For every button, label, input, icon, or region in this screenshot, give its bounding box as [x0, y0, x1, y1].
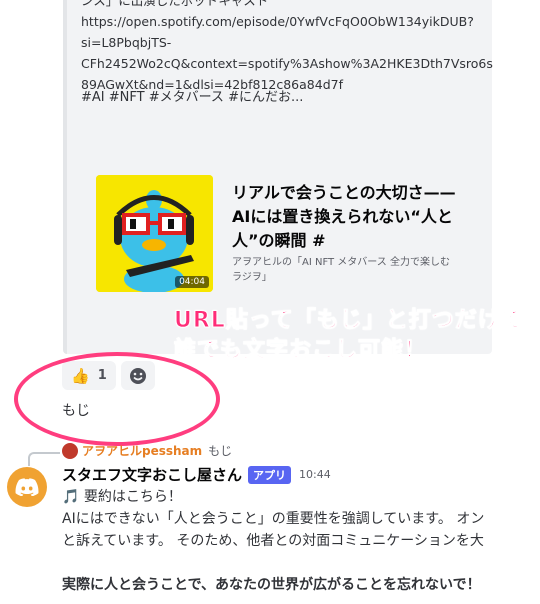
annotation-line-1: URL貼って「もじ」と打つだけで	[174, 308, 524, 334]
reply-author[interactable]: アヲアヒルpessham	[82, 442, 202, 459]
embed-link[interactable]: https://open.spotify.com/episode/0YwfVcF…	[81, 11, 486, 32]
app-badge: アプリ	[248, 465, 292, 484]
bot-username[interactable]: スタエフ文字おこし屋さん	[62, 464, 242, 485]
summary-heading: 🎵 要約はこちら！	[62, 486, 484, 508]
embed-link[interactable]: CFh2452Wo2cQ&context=spotify%3Ashow%3A2H…	[81, 53, 493, 74]
message-content: もじ	[62, 403, 90, 419]
reply-reference[interactable]: アヲアヒルpessham もじ	[62, 442, 232, 459]
embed-hashtags: #AI #NFT #メタバース #にんだお...	[81, 90, 304, 105]
annotation-caption: URL貼って「もじ」と打つだけで 誰でも文字おこし可能！	[174, 306, 524, 366]
music-note-icon: 🎵	[62, 489, 80, 505]
podcast-title[interactable]: リアルで会うことの大切さ——AIには置き換えられない“人と人”の瞬間 #	[232, 181, 462, 253]
bot-message-content: 🎵 要約はこちら！ AIにはできない「人と会うこと」の重要性を強調しています。 …	[62, 486, 484, 596]
message-header: スタエフ文字おこし屋さん アプリ 10:44	[62, 464, 331, 485]
podcast-thumbnail[interactable]: 04:04	[96, 175, 213, 292]
embed-line: ンス」に出演したポッドキャスト	[81, 0, 269, 8]
discord-logo-icon	[15, 478, 39, 496]
duck-mascot-icon	[96, 175, 213, 292]
summary-closing-line: 実際に人と会うことで、あなたの世界が広がることを忘れないで！	[62, 577, 481, 593]
summary-line: と訴えています。 そのため、他者との対面コミュニケーションを大	[62, 533, 484, 549]
message-timestamp: 10:44	[299, 468, 331, 481]
reply-avatar[interactable]	[62, 442, 78, 459]
summary-heading-text: 要約はこちら！	[83, 489, 182, 505]
reply-preview[interactable]: もじ	[208, 442, 232, 459]
summary-line: AIにはできない「人と会うこと」の重要性を強調しています。 オン	[62, 511, 485, 527]
duration-badge: 04:04	[175, 276, 209, 288]
avatar[interactable]	[7, 467, 47, 507]
embed-link[interactable]: si=L8PbqbjTS-	[81, 32, 486, 53]
annotation-line-2: 誰でも文字おこし可能！	[174, 338, 428, 364]
podcast-card[interactable]: 04:04 リアルで会うことの大切さ——AIには置き換えられない“人と人”の瞬間…	[96, 175, 466, 300]
annotation-circle	[14, 352, 220, 446]
embed-description: ンス」に出演したポッドキャスト https://open.spotify.com…	[81, 0, 493, 95]
podcast-subtitle: アヲアヒルの「AI NFT メタバース 全力で楽しむラジヲ」	[232, 257, 450, 283]
reply-spine	[28, 452, 60, 466]
